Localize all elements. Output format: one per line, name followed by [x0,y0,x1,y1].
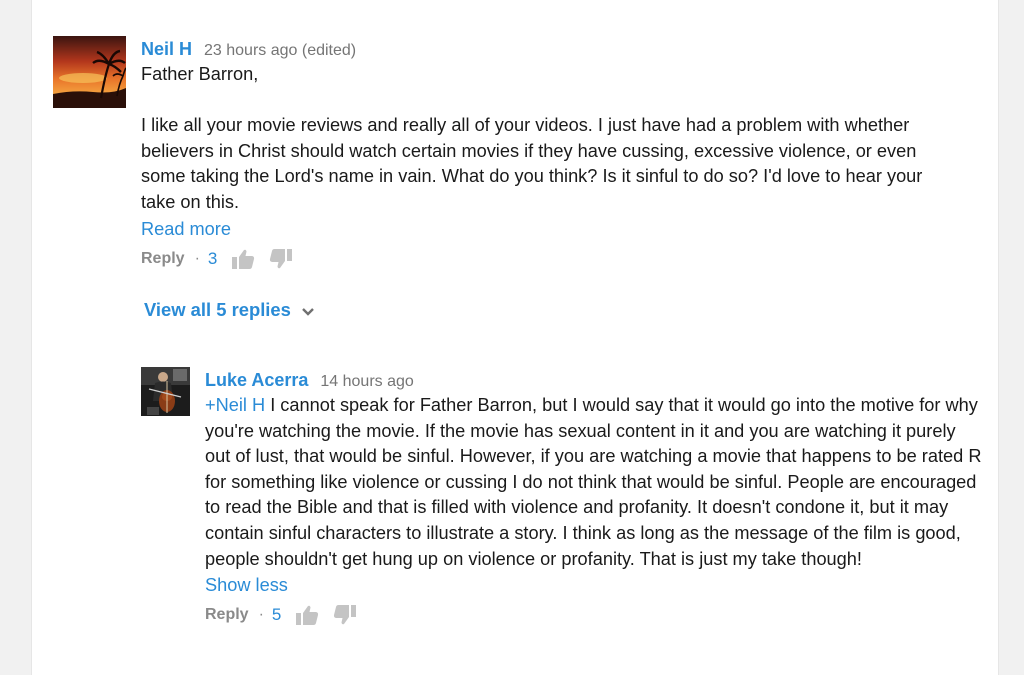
reply-button[interactable]: Reply [141,242,185,276]
comment-header: Neil H 23 hours ago (edited) [141,36,941,62]
avatar[interactable] [141,367,190,416]
timestamp[interactable]: 23 hours ago (edited) [204,42,356,59]
avatar[interactable] [53,36,126,108]
chevron-down-icon [301,298,315,324]
thumbs-down-icon[interactable] [269,248,293,270]
timestamp[interactable]: 14 hours ago [320,373,413,390]
like-count: 5 [271,605,282,625]
sunset-palm-avatar-icon [53,36,126,108]
reply-actions: Reply · 5 [205,598,985,632]
reply-text-content: I cannot speak for Father Barron, but I … [205,395,982,569]
view-replies-label: View all 5 replies [144,299,291,320]
comment-text: I like all your movie reviews and really… [141,115,923,212]
view-all-replies-button[interactable]: View all 5 replies [144,297,315,324]
comment-body: Neil H 23 hours ago (edited) Father Barro… [141,36,941,276]
author-name[interactable]: Neil H [141,39,192,59]
thumbs-down-icon[interactable] [333,604,357,626]
reply-text: +Neil H I cannot speak for Father Barron… [205,393,985,572]
comment-greeting: Father Barron, [141,64,259,84]
read-more-link[interactable]: Read more [141,216,231,242]
reply-button[interactable]: Reply [205,598,249,632]
author-name[interactable]: Luke Acerra [205,370,308,390]
show-less-link[interactable]: Show less [205,572,288,598]
reply-body: Luke Acerra 14 hours ago +Neil H I cannot… [205,367,985,632]
reply-header: Luke Acerra 14 hours ago [205,367,985,393]
thumbs-up-icon[interactable] [295,604,319,626]
comment-actions: Reply · 3 [141,242,941,276]
like-count: 3 [207,248,218,268]
mention-link[interactable]: +Neil H [205,395,265,415]
separator-dot: · [258,606,264,624]
thumbs-up-icon[interactable] [231,248,255,270]
separator-dot: · [194,249,200,267]
cellist-avatar-icon [141,367,190,416]
